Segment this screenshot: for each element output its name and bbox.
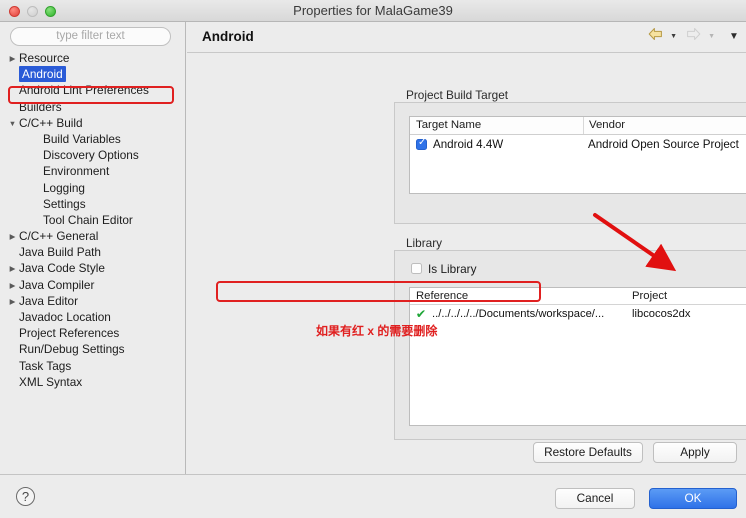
view-menu-chevron-down-icon[interactable]: ▼ (729, 31, 739, 42)
forward-history-chevron-down-icon: ▼ (708, 33, 716, 40)
chevron-right-icon[interactable]: ▶ (8, 277, 17, 293)
sidebar-item-label: Java Compiler (19, 277, 95, 292)
sidebar-item-label: Discovery Options (43, 148, 139, 163)
sidebar-item-android[interactable]: Android (0, 66, 185, 83)
sidebar-item-discovery-options[interactable]: Discovery Options (0, 147, 185, 163)
sidebar-item-label: Environment (43, 164, 110, 179)
forward-arrow-icon (686, 27, 701, 46)
page-title: Android (202, 29, 254, 44)
column-vendor[interactable]: Vendor (583, 117, 746, 134)
sidebar-item-xml-syntax[interactable]: XML Syntax (0, 374, 185, 390)
sidebar-item-java-compiler[interactable]: ▶ Java Compiler (0, 277, 185, 293)
settings-tree: ▶ Resource Android Android Lint Preferences… (0, 50, 185, 470)
annotation-note: 如果有红 x 的需要删除 (316, 324, 438, 338)
is-library-checkbox[interactable] (411, 263, 422, 274)
sidebar-item-javadoc-location[interactable]: Javadoc Location (0, 309, 185, 325)
sidebar-item-android-lint-preferences[interactable]: Android Lint Preferences (0, 82, 185, 98)
sidebar-item-label: Builders (19, 99, 62, 114)
green-check-icon: ✔ (415, 307, 427, 321)
back-history-chevron-down-icon[interactable]: ▼ (669, 33, 679, 40)
apply-button[interactable]: Apply (653, 442, 737, 463)
page-header: Android ▼ ▼ ▼ (187, 22, 746, 53)
chevron-right-icon[interactable]: ▶ (8, 293, 17, 309)
sidebar-item-java-editor[interactable]: ▶ Java Editor (0, 293, 185, 309)
sidebar-item-label: Android Lint Preferences (19, 83, 149, 98)
sidebar-item-label: Java Build Path (19, 245, 101, 260)
cell-target-name: Android 4.4W (433, 138, 504, 151)
sidebar-item-settings[interactable]: Settings (0, 196, 185, 212)
sidebar-item-java-code-style[interactable]: ▶ Java Code Style (0, 260, 185, 276)
settings-content-pane: Android ▼ ▼ ▼ Project Build Target Targe… (187, 22, 746, 474)
sidebar-item-build-variables[interactable]: Build Variables (0, 131, 185, 147)
sidebar-item-label: Java Editor (19, 293, 79, 308)
help-icon[interactable]: ? (16, 487, 35, 506)
restore-defaults-button[interactable]: Restore Defaults (533, 442, 643, 463)
sidebar-item-label: Resource (19, 51, 70, 65)
build-target-table-header: Target Name Vendor Platform API Leve (410, 117, 746, 135)
sidebar-item-builders[interactable]: Builders (0, 99, 185, 115)
sidebar-item-resource[interactable]: ▶ Resource (0, 50, 185, 66)
sidebar-item-label: Tool Chain Editor (43, 212, 133, 227)
sidebar-item-label: C/C++ Build (19, 115, 83, 130)
sidebar-item-label: Java Code Style (19, 261, 105, 276)
target-checkbox[interactable] (416, 136, 427, 150)
sidebar-item-java-build-path[interactable]: Java Build Path (0, 244, 185, 260)
sidebar-item-run-debug-settings[interactable]: Run/Debug Settings (0, 341, 185, 357)
table-row[interactable]: ✔ ../../../../../Documents/workspace/...… (410, 305, 746, 324)
build-target-group: Target Name Vendor Platform API Leve And… (394, 102, 746, 224)
ok-button[interactable]: OK (649, 488, 737, 509)
chevron-down-icon[interactable]: ▼ (8, 115, 17, 131)
window-title: Properties for MalaGame39 (293, 3, 453, 18)
library-table-header: Reference Project (410, 288, 746, 305)
chevron-right-icon[interactable]: ▶ (8, 260, 17, 276)
build-target-table[interactable]: Target Name Vendor Platform API Leve And… (409, 116, 746, 194)
page-toolbar: ▼ ▼ ▼ (648, 27, 742, 47)
sidebar-item-label: Run/Debug Settings (19, 342, 125, 357)
window-titlebar: Properties for MalaGame39 (0, 0, 746, 22)
sidebar-item-task-tags[interactable]: Task Tags (0, 358, 185, 374)
back-arrow-icon[interactable] (648, 27, 663, 46)
cancel-button[interactable]: Cancel (555, 488, 635, 509)
column-project[interactable]: Project (632, 288, 667, 304)
cell-project: libcocos2dx (632, 308, 691, 320)
sidebar-item-tool-chain-editor[interactable]: Tool Chain Editor (0, 212, 185, 228)
library-group: Is Library Reference Project ✔ ../../../… (394, 250, 746, 440)
is-library-label: Is Library (428, 262, 477, 276)
filter-input[interactable]: type filter text (10, 27, 171, 46)
library-table[interactable]: Reference Project ✔ ../../../../../Docum… (409, 287, 746, 426)
chevron-right-icon[interactable]: ▶ (8, 50, 17, 66)
column-target-name[interactable]: Target Name (410, 117, 583, 134)
library-group-label: Library (406, 236, 443, 250)
sidebar-item-label: Javadoc Location (19, 310, 111, 324)
sidebar-item-c-c-general[interactable]: ▶ C/C++ General (0, 228, 185, 244)
sidebar-item-label: XML Syntax (19, 374, 83, 389)
sidebar-item-label: C/C++ General (19, 229, 99, 244)
settings-sidebar: type filter text ▶ Resource Android Android… (0, 22, 186, 474)
build-target-group-label: Project Build Target (406, 88, 509, 102)
chevron-right-icon[interactable]: ▶ (8, 228, 17, 244)
cell-reference: ../../../../../Documents/workspace/... (432, 308, 605, 320)
table-row[interactable]: Android 4.4W Android Open Source Project… (410, 135, 746, 154)
cell-vendor: Android Open Source Project (588, 138, 739, 151)
sidebar-item-project-references[interactable]: Project References (0, 325, 185, 341)
sidebar-item-logging[interactable]: Logging (0, 180, 185, 196)
column-reference[interactable]: Reference (416, 288, 468, 304)
sidebar-item-label: Project References (19, 326, 120, 341)
sidebar-item-label: Logging (43, 180, 85, 195)
sidebar-item-c-c-build[interactable]: ▼ C/C++ Build (0, 115, 185, 131)
sidebar-item-label: Android (19, 66, 66, 83)
properties-dialog: Properties for MalaGame39 type filter te… (0, 0, 746, 518)
sidebar-item-label: Build Variables (43, 131, 121, 146)
sidebar-item-label: Settings (43, 196, 86, 211)
sidebar-item-environment[interactable]: Environment (0, 163, 185, 179)
filter-placeholder: type filter text (56, 30, 125, 42)
sidebar-item-label: Task Tags (19, 358, 72, 373)
